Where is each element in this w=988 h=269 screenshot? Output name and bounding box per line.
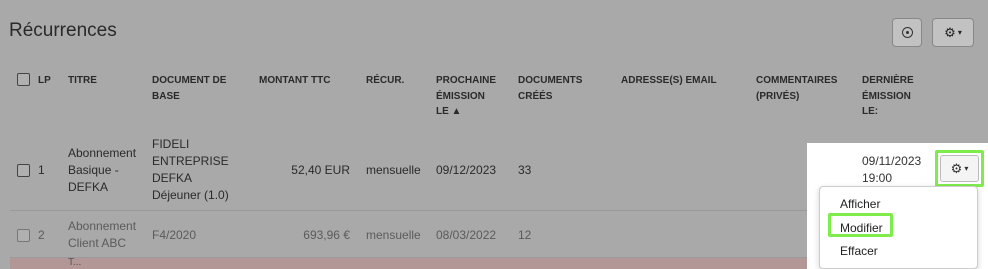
row-prochaine: 09/12/2023 bbox=[436, 163, 497, 177]
page-title: Récurrences bbox=[9, 20, 117, 41]
chevron-down-icon: ▾ bbox=[964, 164, 969, 173]
row-recur: mensuelle bbox=[366, 163, 421, 177]
menu-item-afficher[interactable]: Afficher bbox=[840, 197, 880, 211]
circle-down-icon bbox=[901, 27, 913, 38]
header-titre[interactable]: TITRE bbox=[68, 73, 97, 89]
row-montant: 693,96 € bbox=[303, 228, 350, 242]
row-titre: T... bbox=[68, 257, 82, 268]
row-titre[interactable]: Abonnement Client ABC bbox=[68, 218, 136, 252]
table-header: LP TITRE DOCUMENT DE BASE MONTANT TTC RÉ… bbox=[0, 60, 988, 130]
menu-item-effacer[interactable]: Effacer bbox=[840, 244, 878, 258]
download-button[interactable] bbox=[892, 18, 922, 47]
gear-icon: ⚙ bbox=[950, 161, 963, 176]
row-prochaine: 08/03/2022 bbox=[436, 228, 497, 242]
header-document-base[interactable]: DOCUMENT DE BASE bbox=[152, 73, 226, 104]
row-montant: 52,40 EUR bbox=[291, 163, 350, 177]
header-montant[interactable]: MONTANT TTC bbox=[259, 73, 330, 89]
row-derniere-emission: 09/11/2023 19:00 bbox=[862, 154, 922, 185]
header-lp[interactable]: LP bbox=[38, 73, 51, 89]
row-titre[interactable]: Abonnement Basique - DEFKA bbox=[68, 145, 136, 196]
header-recur[interactable]: RÉCUR. bbox=[366, 73, 404, 89]
row-actions-button[interactable]: ⚙ ▾ bbox=[940, 155, 979, 182]
header-derniere-emission[interactable]: DERNIÈRE ÉMISSION LE: bbox=[862, 73, 914, 120]
row-recur: mensuelle bbox=[366, 228, 421, 242]
header-prochaine-emission[interactable]: PROCHAINE ÉMISSION LE ▲ bbox=[436, 73, 496, 120]
chevron-down-icon: ▾ bbox=[957, 28, 962, 37]
row-document-base[interactable]: FIDELI ENTREPRISE DEFKA Déjeuner (1.0) bbox=[152, 136, 229, 204]
row-actions-highlight[interactable]: ⚙ ▾ bbox=[935, 150, 984, 187]
row-documents: 33 bbox=[518, 163, 532, 177]
row-checkbox[interactable] bbox=[17, 229, 30, 242]
select-all-checkbox[interactable] bbox=[17, 73, 30, 86]
row-documents: 12 bbox=[518, 228, 532, 242]
modifier-highlight bbox=[828, 213, 893, 237]
row-document-base[interactable]: F4/2020 bbox=[152, 227, 196, 244]
header-adresses-email[interactable]: ADRESSE(S) EMAIL bbox=[621, 73, 717, 89]
settings-dropdown-button[interactable]: ⚙ ▾ bbox=[932, 18, 974, 47]
gear-icon: ⚙ bbox=[944, 25, 956, 40]
row-lp: 1 bbox=[38, 163, 45, 177]
header-documents-crees[interactable]: DOCUMENTS CRÉÉS bbox=[518, 73, 582, 104]
header-commentaires[interactable]: COMMENTAIRES (PRIVÉS) bbox=[756, 73, 837, 104]
row-lp: 2 bbox=[38, 228, 45, 242]
row-checkbox[interactable] bbox=[17, 164, 30, 177]
